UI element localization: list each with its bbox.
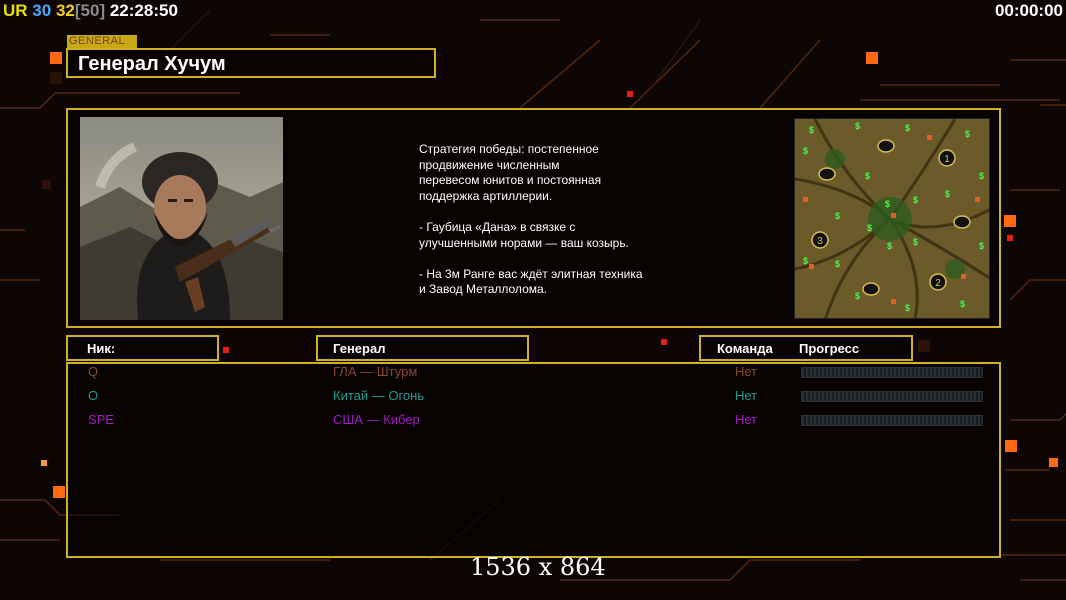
header-general-label: Генерал: [333, 341, 386, 356]
svg-text:$: $: [913, 195, 918, 205]
resolution-overlay: 1536 x 864: [470, 553, 606, 581]
player-team[interactable]: Нет: [735, 388, 757, 403]
minimap-preview: 1 2 3 $ $ $ $ $ $ $ $ $ $ $ $ $ $ $ $ $ $ $ $: [794, 118, 990, 319]
svg-text:$: $: [803, 146, 808, 156]
header-team-label: Команда: [717, 341, 773, 356]
marker-1: 1: [944, 154, 950, 165]
svg-text:$: $: [887, 241, 892, 251]
svg-text:$: $: [835, 259, 840, 269]
svg-text:$: $: [905, 303, 910, 313]
svg-text:$: $: [867, 223, 872, 233]
hud-stats: UR 30 32[50] 22:28:50: [3, 1, 178, 21]
marker-3: 3: [817, 236, 823, 247]
general-description: Стратегия победы: постепенное продвижени…: [419, 142, 643, 297]
player-progress-bar: [801, 367, 983, 378]
header-nick-label: Ник:: [87, 341, 116, 356]
player-general[interactable]: ГЛА — Штурм: [333, 364, 417, 379]
header-progress-label: Прогресс: [799, 341, 860, 356]
player-team[interactable]: Нет: [735, 364, 757, 379]
system-clock: 22:28:50: [109, 1, 178, 20]
player-general[interactable]: Китай — Огонь: [333, 388, 424, 403]
ur-label: UR: [3, 1, 28, 20]
svg-text:$: $: [945, 189, 950, 199]
svg-text:$: $: [885, 199, 890, 209]
header-nick: Ник:: [66, 335, 219, 361]
svg-text:$: $: [803, 256, 808, 266]
player-team[interactable]: Нет: [735, 412, 757, 427]
game-timer: 00:00:00: [994, 1, 1063, 20]
player-nick: O: [88, 388, 99, 403]
svg-text:$: $: [865, 171, 870, 181]
marker-2: 2: [935, 278, 941, 289]
general-title-box: Генерал Хучум: [66, 48, 436, 78]
svg-text:$: $: [960, 299, 965, 309]
svg-text:$: $: [809, 125, 814, 135]
player-progress-bar: [801, 415, 983, 426]
player-nick: Q: [88, 364, 99, 379]
player-nick: SPE: [88, 412, 115, 427]
stat-b: 32: [55, 1, 75, 20]
svg-text:$: $: [979, 241, 984, 251]
svg-text:$: $: [835, 211, 840, 221]
svg-text:$: $: [905, 123, 910, 133]
general-name: Генерал Хучум: [78, 53, 226, 75]
svg-text:$: $: [965, 129, 970, 139]
svg-text:$: $: [913, 237, 918, 247]
svg-text:$: $: [855, 291, 860, 301]
svg-text:$: $: [855, 121, 860, 131]
player-progress-bar: [801, 391, 983, 402]
svg-text:$: $: [979, 171, 984, 181]
stat-a: 30: [32, 1, 52, 20]
stat-c: [50]: [74, 1, 106, 20]
header-team-progress: Команда Прогресс: [699, 335, 913, 361]
general-portrait: [80, 117, 283, 320]
header-general: Генерал: [316, 335, 529, 361]
general-tag: GENERAL: [67, 35, 137, 48]
player-general[interactable]: США — Кибер: [333, 412, 420, 427]
